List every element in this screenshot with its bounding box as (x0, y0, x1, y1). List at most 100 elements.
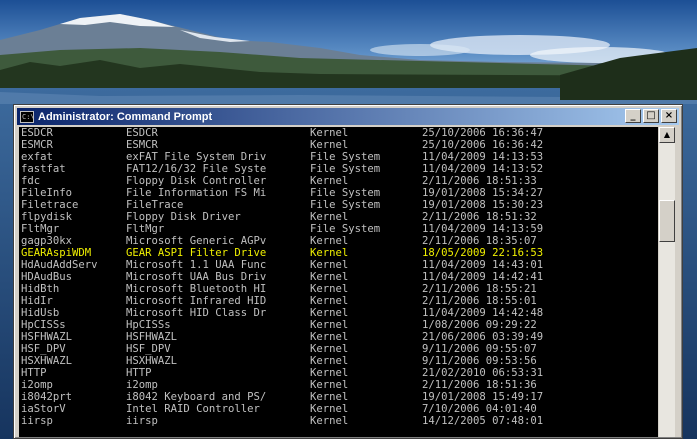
date-modified: 18/05/2009 22:16:53 (422, 247, 544, 259)
date-modified: 19/01/2008 15:49:17 (422, 391, 544, 403)
service-type: Kernel (310, 307, 349, 319)
date-modified: 19/01/2008 15:34:27 (422, 187, 544, 199)
service-type: File System (310, 163, 381, 175)
date-modified: 2/11/2006 18:55:21 (422, 283, 537, 295)
service-type: Kernel (310, 415, 349, 427)
scroll-up-button[interactable]: ▲ (659, 127, 675, 143)
service-type: Kernel (310, 271, 349, 283)
minimize-button[interactable]: _ (625, 109, 641, 123)
service-type: Kernel (310, 343, 349, 355)
date-modified: 7/10/2006 04:01:40 (422, 403, 537, 415)
service-name: exfat (21, 151, 53, 163)
display-name: ESMCR (126, 139, 158, 151)
date-modified: 11/04/2009 14:42:41 (422, 271, 544, 283)
date-modified: 11/04/2009 14:13:59 (422, 223, 544, 235)
service-name: flpydisk (21, 211, 73, 223)
service-type: File System (310, 187, 381, 199)
service-name: ESDCR (21, 127, 53, 139)
service-name: HSXHWAZL (21, 355, 73, 367)
display-name: FileTrace (126, 199, 184, 211)
service-type: Kernel (310, 391, 349, 403)
title-bar[interactable]: C:\ Administrator: Command Prompt _ □ × (17, 108, 679, 125)
display-name: iirsp (126, 415, 158, 427)
date-modified: 2/11/2006 18:35:07 (422, 235, 537, 247)
display-name: HSXHWAZL (126, 355, 178, 367)
display-name: i2omp (126, 379, 158, 391)
display-name: Floppy Disk Controller (126, 175, 267, 187)
service-name: HdAudAddServ (21, 259, 98, 271)
date-modified: 2/11/2006 18:55:01 (422, 295, 537, 307)
date-modified: 14/12/2005 07:48:01 (422, 415, 544, 427)
service-name: HDAudBus (21, 271, 73, 283)
display-name: exFAT File System Driv (126, 151, 267, 163)
service-name: iirsp (21, 415, 53, 427)
scrollbar-thumb[interactable] (659, 200, 675, 242)
display-name: Microsoft HID Class Dr (126, 307, 267, 319)
vertical-scrollbar[interactable]: ▲ (659, 127, 675, 437)
display-name: Microsoft Bluetooth HI (126, 283, 267, 295)
service-name: fdc (21, 175, 41, 187)
service-name: HSF_DPV (21, 343, 66, 355)
display-name: Microsoft UAA Bus Driv (126, 271, 267, 283)
service-name: FileInfo (21, 187, 73, 199)
service-name: HTTP (21, 367, 47, 379)
display-name: GEAR ASPI Filter Drive (126, 247, 267, 259)
date-modified: 21/06/2006 03:39:49 (422, 331, 544, 343)
service-name: i2omp (21, 379, 53, 391)
service-name: iaStorV (21, 403, 66, 415)
service-name: HpCISSs (21, 319, 66, 331)
service-type: Kernel (310, 175, 349, 187)
service-type: Kernel (310, 247, 349, 259)
date-modified: 2/11/2006 18:51:32 (422, 211, 537, 223)
service-name: GEARAspiWDM (21, 247, 92, 259)
command-prompt-window: C:\ Administrator: Command Prompt _ □ × … (13, 104, 683, 439)
service-name: FltMgr (21, 223, 60, 235)
cmd-icon: C:\ (20, 110, 35, 123)
service-name: HidBth (21, 283, 60, 295)
service-name: gagp30kx (21, 235, 73, 247)
date-modified: 1/08/2006 09:29:22 (422, 319, 537, 331)
date-modified: 11/04/2009 14:43:01 (422, 259, 544, 271)
close-button[interactable]: × (661, 109, 677, 123)
display-name: Microsoft 1.1 UAA Func (126, 259, 267, 271)
service-type: Kernel (310, 331, 349, 343)
maximize-button[interactable]: □ (643, 109, 659, 123)
display-name: File Information FS Mi (126, 187, 267, 199)
display-name: Floppy Disk Driver (126, 211, 241, 223)
date-modified: 9/11/2006 09:55:07 (422, 343, 537, 355)
display-name: Microsoft Generic AGPv (126, 235, 267, 247)
window-title: Administrator: Command Prompt (38, 110, 213, 123)
service-type: File System (310, 151, 381, 163)
service-name: i8042prt (21, 391, 73, 403)
service-type: Kernel (310, 379, 349, 391)
display-name: HpCISSs (126, 319, 171, 331)
service-name: HSFHWAZL (21, 331, 73, 343)
display-name: Microsoft Infrared HID (126, 295, 267, 307)
service-type: Kernel (310, 403, 349, 415)
console-output[interactable]: ESDCR ESDCR Kernel 25/10/2006 16:36:47 ESMCR… (19, 127, 658, 437)
service-type: Kernel (310, 355, 349, 367)
display-name: HTTP (126, 367, 152, 379)
service-type: Kernel (310, 139, 349, 151)
date-modified: 25/10/2006 16:36:42 (422, 139, 544, 151)
service-name: Filetrace (21, 199, 79, 211)
service-name: ESMCR (21, 139, 53, 151)
date-modified: 25/10/2006 16:36:47 (422, 127, 544, 139)
service-type: File System (310, 199, 381, 211)
service-type: Kernel (310, 211, 349, 223)
display-name: HSF_DPV (126, 343, 171, 355)
service-type: Kernel (310, 295, 349, 307)
service-type: Kernel (310, 283, 349, 295)
service-name: HidIr (21, 295, 53, 307)
service-name: HidUsb (21, 307, 60, 319)
date-modified: 2/11/2006 18:51:33 (422, 175, 537, 187)
display-name: i8042 Keyboard and PS/ (126, 391, 267, 403)
service-type: File System (310, 223, 381, 235)
service-type: Kernel (310, 235, 349, 247)
date-modified: 2/11/2006 18:51:36 (422, 379, 537, 391)
date-modified: 11/04/2009 14:13:52 (422, 163, 544, 175)
date-modified: 19/01/2008 15:30:23 (422, 199, 544, 211)
display-name: Intel RAID Controller (126, 403, 260, 415)
display-name: ESDCR (126, 127, 158, 139)
service-type: Kernel (310, 259, 349, 271)
